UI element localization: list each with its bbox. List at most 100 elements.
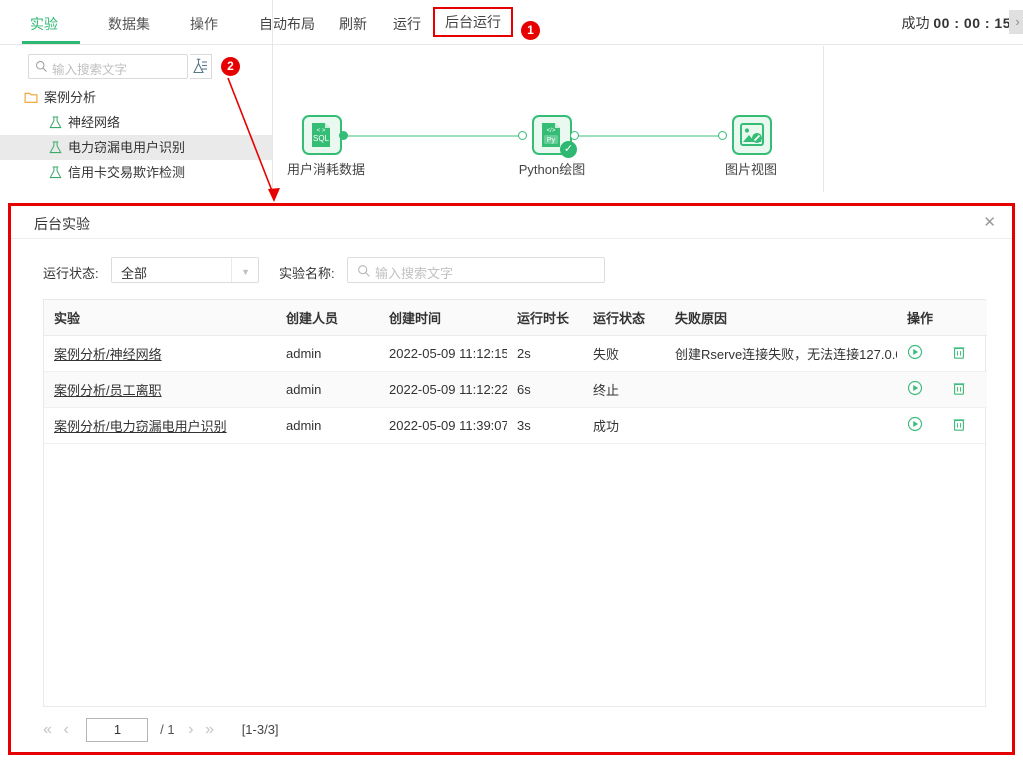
table-row[interactable]: 案例分析/电力窃漏电用户识别 admin 2022-05-09 11:39:07… bbox=[44, 408, 987, 444]
tab-experiment[interactable]: 实验 bbox=[30, 14, 58, 34]
tab-active-underline bbox=[22, 41, 80, 44]
chevron-right-icon[interactable]: › bbox=[188, 715, 193, 745]
tree-item-case-analysis[interactable]: 案例分析 bbox=[0, 85, 272, 110]
node-input-port[interactable] bbox=[718, 131, 727, 140]
experiment-name-input[interactable]: 输入搜索文字 bbox=[347, 257, 605, 283]
cell-run-status: 成功 bbox=[583, 408, 665, 444]
table-row[interactable]: 案例分析/神经网络 admin 2022-05-09 11:12:15 2s 失… bbox=[44, 336, 987, 372]
experiments-table: 实验 创建人员 创建时间 运行时长 运行状态 失败原因 操作 案例分析/神经网络 bbox=[44, 300, 987, 444]
left-panel-tabs: 实验 数据集 操作 bbox=[0, 0, 273, 45]
node-output-port[interactable] bbox=[339, 131, 348, 140]
dialog-body: 运行状态: 全部 ▼ 实验名称: 输入搜索文字 bbox=[11, 239, 1012, 752]
run-icon[interactable] bbox=[907, 344, 923, 363]
close-icon[interactable]: ✕ bbox=[983, 213, 996, 231]
table-row[interactable]: 案例分析/员工离职 admin 2022-05-09 11:12:22 6s 终… bbox=[44, 372, 987, 408]
svg-text:SQL: SQL bbox=[313, 134, 330, 143]
edge-node1-node2 bbox=[344, 135, 522, 137]
cell-run-status: 终止 bbox=[583, 372, 665, 408]
toolbar-background-run[interactable]: 后台运行 bbox=[433, 7, 513, 37]
experiment-link[interactable]: 案例分析/电力窃漏电用户识别 bbox=[54, 419, 227, 434]
search-icon bbox=[357, 264, 371, 278]
flask-icon bbox=[48, 165, 63, 180]
toolbar-auto-layout[interactable]: 自动布局 bbox=[259, 14, 315, 34]
experiment-tree: 案例分析 神经网络 电力窃漏电用户识别 bbox=[0, 85, 272, 185]
run-icon[interactable] bbox=[907, 416, 923, 435]
workflow-node-python-plot[interactable]: </> Py ✓ bbox=[532, 115, 572, 155]
col-duration: 运行时长 bbox=[507, 300, 583, 336]
svg-text:Py: Py bbox=[547, 137, 556, 144]
col-run-status: 运行状态 bbox=[583, 300, 665, 336]
workflow-node-label: 用户消耗数据 bbox=[266, 159, 386, 178]
search-placeholder: 输入搜索文字 bbox=[52, 59, 127, 78]
run-icon[interactable] bbox=[907, 380, 923, 399]
toolbar-run[interactable]: 运行 bbox=[393, 14, 421, 34]
tree-item-neural-network[interactable]: 神经网络 bbox=[0, 110, 272, 135]
page-number-input[interactable]: 1 bbox=[86, 718, 148, 742]
svg-text:</>: </> bbox=[547, 128, 556, 134]
chevron-down-icon: ▼ bbox=[241, 267, 250, 277]
run-status-area: 成功 00 : 00 : 15 bbox=[902, 13, 1012, 33]
cell-duration: 3s bbox=[507, 408, 583, 444]
double-chevron-left-icon[interactable]: « bbox=[43, 715, 52, 745]
canvas-toolbar: 自动布局 刷新 运行 后台运行 成功 00 : 00 : 15 › bbox=[273, 0, 1023, 45]
panel-collapse-button[interactable]: › bbox=[1009, 10, 1023, 34]
node-success-check-icon: ✓ bbox=[560, 141, 577, 158]
col-created-at: 创建时间 bbox=[379, 300, 507, 336]
left-panel: 实验 数据集 操作 输入搜索文字 bbox=[0, 0, 273, 192]
node-input-port[interactable] bbox=[518, 131, 527, 140]
experiment-link[interactable]: 案例分析/员工离职 bbox=[54, 383, 162, 398]
cell-run-status: 失败 bbox=[583, 336, 665, 372]
flask-list-button[interactable] bbox=[190, 54, 212, 79]
cell-duration: 2s bbox=[507, 336, 583, 372]
flask-list-icon bbox=[190, 55, 210, 78]
total-pages-label: / 1 bbox=[160, 715, 174, 745]
delete-icon[interactable] bbox=[951, 416, 967, 435]
search-icon bbox=[35, 60, 48, 73]
double-chevron-right-icon[interactable]: » bbox=[205, 715, 214, 745]
flask-icon bbox=[48, 115, 63, 130]
svg-text:< >: < > bbox=[317, 128, 326, 134]
tree-item-label: 神经网络 bbox=[68, 110, 120, 135]
annotation-badge-2: 2 bbox=[221, 57, 240, 76]
cell-created-at: 2022-05-09 11:39:07 bbox=[379, 408, 507, 444]
experiment-name-placeholder: 输入搜索文字 bbox=[375, 263, 453, 282]
toolbar-refresh[interactable]: 刷新 bbox=[339, 14, 367, 34]
workflow-node-sql-data[interactable]: SQL < > bbox=[302, 115, 342, 155]
delete-icon[interactable] bbox=[951, 380, 967, 399]
sql-file-icon: SQL < > bbox=[308, 121, 336, 149]
node-output-port[interactable] bbox=[570, 131, 579, 140]
cell-creator: admin bbox=[276, 372, 379, 408]
workflow-canvas[interactable]: SQL < > 用户消耗数据 </> Py ✓ Python绘图 bbox=[274, 46, 823, 192]
run-status-select-value: 全部 bbox=[121, 263, 147, 282]
pagination: « ‹ 1 / 1 › » [1-3/3] bbox=[43, 714, 279, 744]
cell-created-at: 2022-05-09 11:12:15 bbox=[379, 336, 507, 372]
col-failure-reason: 失败原因 bbox=[665, 300, 897, 336]
dialog-filter-row: 运行状态: 全部 ▼ 实验名称: 输入搜索文字 bbox=[11, 255, 1012, 289]
cell-actions bbox=[897, 372, 987, 408]
run-status-label: 成功 bbox=[902, 15, 930, 31]
tree-item-label: 电力窃漏电用户识别 bbox=[68, 135, 185, 160]
dialog-header: 后台实验 ✕ bbox=[11, 206, 1012, 239]
cell-failure-reason: 创建Rserve连接失败，无法连接127.0.0.1： bbox=[665, 336, 897, 372]
annotation-badge-1: 1 bbox=[521, 21, 540, 40]
flask-icon bbox=[48, 140, 63, 155]
cell-actions bbox=[897, 408, 987, 444]
tab-operation[interactable]: 操作 bbox=[190, 14, 218, 34]
search-input[interactable]: 输入搜索文字 bbox=[28, 54, 188, 79]
cell-experiment: 案例分析/神经网络 bbox=[44, 336, 276, 372]
tree-item-credit-card-fraud[interactable]: 信用卡交易欺诈检测 bbox=[0, 160, 272, 185]
col-creator: 创建人员 bbox=[276, 300, 379, 336]
run-status-select[interactable]: 全部 ▼ bbox=[111, 257, 259, 283]
chevron-left-icon[interactable]: ‹ bbox=[64, 715, 69, 745]
delete-icon[interactable] bbox=[951, 344, 967, 363]
workflow-node-image-view[interactable] bbox=[732, 115, 772, 155]
tree-item-power-theft-detection[interactable]: 电力窃漏电用户识别 bbox=[0, 135, 272, 160]
cell-creator: admin bbox=[276, 336, 379, 372]
tree-item-label: 信用卡交易欺诈检测 bbox=[68, 160, 185, 185]
pagination-range-label: [1-3/3] bbox=[242, 715, 279, 745]
experiment-link[interactable]: 案例分析/神经网络 bbox=[54, 347, 162, 362]
run-status-filter-label: 运行状态: bbox=[43, 263, 99, 282]
cell-created-at: 2022-05-09 11:12:22 bbox=[379, 372, 507, 408]
tab-dataset[interactable]: 数据集 bbox=[108, 14, 150, 34]
cell-failure-reason bbox=[665, 408, 897, 444]
